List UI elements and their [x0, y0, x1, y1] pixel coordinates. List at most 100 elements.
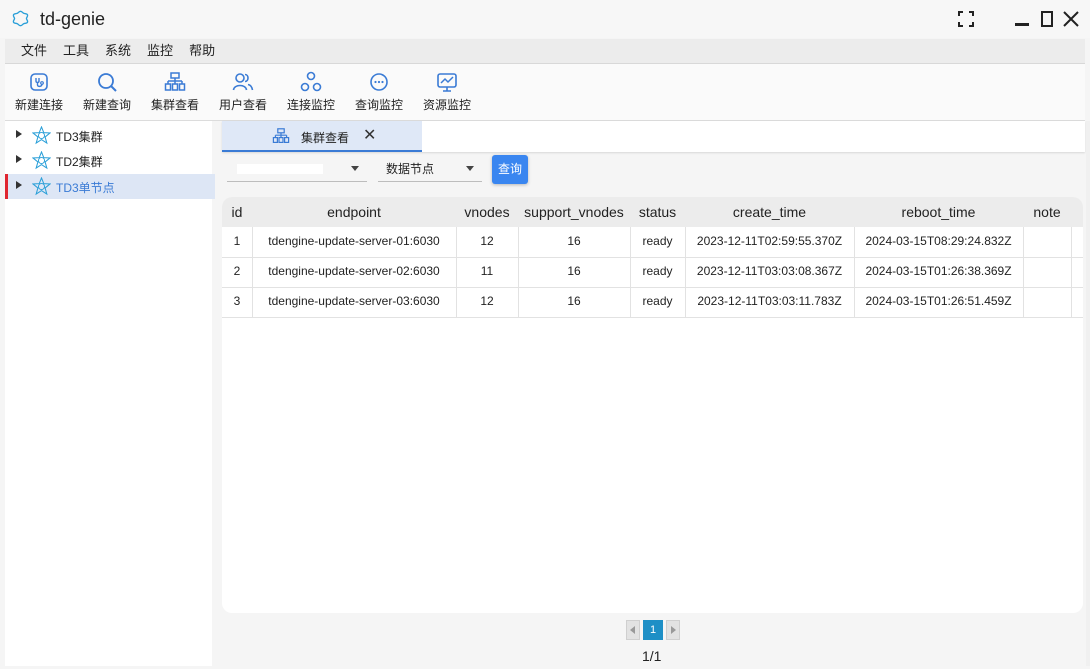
menu-help[interactable]: 帮助 [181, 39, 223, 63]
cluster-select[interactable] [227, 156, 367, 182]
resource-monitor-button[interactable]: 资源监控 [416, 71, 478, 113]
cell-reboot-time: 2024-03-15T01:26:51.459Z [865, 294, 1012, 308]
column-header-status[interactable]: status [630, 204, 685, 220]
user-view-label: 用户查看 [218, 98, 267, 112]
tab-cluster-view[interactable]: 集群查看 ✕ [222, 121, 422, 152]
cell-support-vnodes: 16 [567, 264, 581, 278]
cluster-icon [164, 72, 186, 91]
menu-file[interactable]: 文件 [13, 39, 55, 63]
title-bar: td-genie [0, 0, 1090, 38]
chevron-down-icon [351, 166, 359, 171]
current-page-button[interactable]: 1 [643, 620, 663, 640]
cell-create-time: 2023-12-11T02:59:55.370Z [696, 234, 843, 248]
tab-bar: 集群查看 ✕ [222, 121, 1085, 152]
cell-status: ready [642, 234, 673, 248]
menu-bar: 文件 工具 系统 监控 帮助 [5, 39, 1085, 64]
node-type-select-value: 数据节点 [386, 162, 435, 176]
tab-label: 集群查看 [301, 131, 350, 145]
cell-status: ready [642, 294, 673, 308]
tree-item-td2-cluster[interactable]: TD2集群 [5, 148, 212, 173]
cell-endpoint: tdengine-update-server-02:6030 [268, 264, 440, 278]
column-header-note[interactable]: note [1023, 204, 1071, 220]
column-header-endpoint[interactable]: endpoint [252, 204, 456, 220]
stethoscope-icon [30, 73, 48, 91]
app-title: td-genie [40, 9, 106, 29]
column-header-reboot-time[interactable]: reboot_time [854, 204, 1023, 220]
column-divider [854, 227, 855, 317]
column-divider [456, 227, 457, 317]
user-view-button[interactable]: 用户查看 [212, 71, 274, 113]
cluster-view-button[interactable]: 集群查看 [144, 71, 206, 113]
dnodes-table: id endpoint vnodes support_vnodes status… [222, 197, 1083, 613]
minimize-icon[interactable] [1014, 10, 1032, 28]
tree-item-td3-cluster[interactable]: TD3集群 [5, 123, 212, 148]
cell-reboot-time: 2024-03-15T01:26:38.369Z [865, 264, 1012, 278]
connection-icon [300, 71, 322, 92]
cell-vnodes: 11 [480, 264, 494, 278]
cell-vnodes: 12 [480, 234, 494, 248]
cell-vnodes: 12 [480, 294, 494, 308]
new-query-label: 新建查询 [82, 98, 131, 112]
server-star-icon [32, 151, 51, 170]
column-header-support-vnodes[interactable]: support_vnodes [518, 204, 630, 220]
resource-monitor-label: 资源监控 [422, 98, 471, 112]
new-connection-button[interactable]: 新建连接 [8, 71, 70, 113]
column-divider [252, 227, 253, 317]
tree-item-label: TD3集群 [56, 130, 103, 144]
expand-arrow-icon[interactable] [16, 181, 22, 189]
connection-monitor-button[interactable]: 连接监控 [280, 71, 342, 113]
prev-page-button[interactable] [626, 620, 640, 640]
table-row[interactable]: 2 tdengine-update-server-02:6030 11 16 r… [222, 257, 1083, 288]
tree-item-label: TD3单节点 [56, 181, 115, 195]
maximize-icon[interactable] [1038, 10, 1056, 28]
expand-arrow-icon[interactable] [16, 130, 22, 138]
cell-endpoint: tdengine-update-server-01:6030 [268, 234, 440, 248]
search-icon [98, 73, 117, 92]
close-tab-icon[interactable]: ✕ [363, 125, 376, 145]
column-header-id[interactable]: id [222, 204, 252, 220]
server-star-icon [32, 177, 51, 196]
new-query-button[interactable]: 新建查询 [76, 71, 138, 113]
cluster-select-placeholder [237, 164, 323, 174]
table-row[interactable]: 1 tdengine-update-server-01:6030 12 16 r… [222, 227, 1083, 258]
column-header-vnodes[interactable]: vnodes [456, 204, 518, 220]
expand-arrow-icon[interactable] [16, 155, 22, 163]
tree-item-label: TD2集群 [56, 155, 103, 169]
column-divider [685, 227, 686, 317]
cell-support-vnodes: 16 [567, 294, 581, 308]
page-info: 1/1 [642, 648, 662, 664]
menu-system[interactable]: 系统 [97, 39, 139, 63]
connection-tree: TD3集群 TD2集群 TD3单节点 [5, 121, 215, 666]
query-monitor-button[interactable]: 查询监控 [348, 71, 410, 113]
cell-id: 1 [233, 234, 241, 248]
menu-tools[interactable]: 工具 [55, 39, 97, 63]
users-icon [232, 73, 254, 91]
next-page-button[interactable] [666, 620, 680, 640]
cell-create-time: 2023-12-11T03:03:11.783Z [697, 294, 842, 308]
table-row[interactable]: 3 tdengine-update-server-03:6030 12 16 r… [222, 287, 1083, 318]
fullscreen-icon[interactable] [957, 10, 975, 28]
cell-reboot-time: 2024-03-15T08:29:24.832Z [865, 234, 1012, 248]
query-button[interactable]: 查询 [492, 155, 528, 184]
chevron-left-icon [630, 626, 635, 634]
connection-monitor-label: 连接监控 [286, 98, 335, 112]
node-type-select[interactable]: 数据节点 [378, 156, 482, 182]
close-window-icon[interactable] [1062, 10, 1080, 28]
app-logo-icon [12, 10, 29, 27]
cell-id: 2 [233, 264, 241, 278]
chevron-right-icon [671, 626, 676, 634]
menu-monitor[interactable]: 监控 [139, 39, 181, 63]
column-divider [518, 227, 519, 317]
column-divider [630, 227, 631, 317]
scrollbar[interactable] [1086, 121, 1090, 666]
table-header: id endpoint vnodes support_vnodes status… [222, 197, 1083, 227]
cluster-view-label: 集群查看 [150, 98, 199, 112]
query-monitor-label: 查询监控 [354, 98, 403, 112]
cell-endpoint: tdengine-update-server-03:6030 [268, 294, 440, 308]
cell-status: ready [642, 264, 673, 278]
tree-item-td3-single-node[interactable]: TD3单节点 [5, 174, 215, 199]
cell-id: 3 [233, 294, 241, 308]
chat-icon [370, 73, 388, 91]
column-divider [1023, 227, 1024, 317]
column-header-create-time[interactable]: create_time [685, 204, 854, 220]
